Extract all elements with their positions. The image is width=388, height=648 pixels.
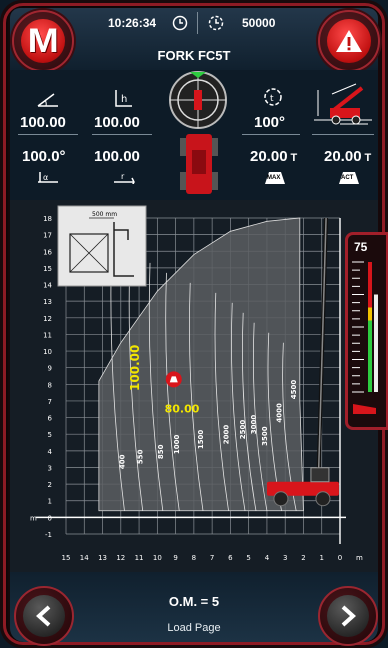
- y-tick-label: 17: [43, 232, 52, 240]
- x-tick-label: 13: [98, 554, 107, 562]
- svg-text:r: r: [121, 172, 125, 181]
- machine-dimension-diagram-icon: [314, 83, 372, 125]
- chevron-left-icon: [23, 595, 65, 637]
- boom-height-icon: h: [115, 90, 132, 107]
- underline: [312, 134, 374, 135]
- load-curve-label: 550: [137, 449, 145, 464]
- y-tick-label: 6: [48, 415, 53, 423]
- max-weight-icon: MAX: [264, 170, 286, 184]
- y-tick-label: -1: [45, 531, 52, 539]
- x-tick-label: 7: [210, 554, 214, 562]
- y-tick-label: 12: [43, 315, 52, 323]
- underline: [18, 134, 78, 135]
- gauge-zone-red: [368, 262, 372, 308]
- x-tick-label: 2: [301, 554, 305, 562]
- y-tick-label: 16: [43, 248, 52, 256]
- x-tick-label: 5: [246, 554, 250, 562]
- tilt-angle-value: 100.0°: [22, 148, 66, 165]
- gauge-zone-green: [368, 320, 372, 392]
- underline: [92, 134, 152, 135]
- load-curve-label: 4000: [276, 403, 284, 423]
- machine-cab: [310, 467, 330, 483]
- x-axis-unit: m: [356, 554, 363, 562]
- machine-wheel: [315, 491, 331, 507]
- clock-icon: [172, 15, 188, 31]
- radius-icon: r: [114, 172, 135, 184]
- y-tick-label: 5: [48, 431, 52, 439]
- load-curve-label: 1000: [173, 435, 181, 455]
- actual-load-value: 20.00 T: [324, 148, 372, 165]
- x-tick-label: 1: [319, 554, 323, 562]
- y-tick-label: 7: [48, 398, 52, 406]
- gauge-scale: [352, 261, 378, 414]
- hour-meter-value: 50000: [242, 16, 276, 30]
- gauge-zone-yellow: [368, 307, 372, 321]
- x-tick-label: 15: [62, 554, 71, 562]
- x-tick-label: 6: [228, 554, 233, 562]
- y-tick-label: 1: [48, 498, 52, 506]
- boom-height-value: 100.00: [94, 114, 140, 131]
- x-tick-label: 9: [173, 554, 177, 562]
- y-tick-label: 18: [43, 215, 52, 223]
- previous-page-button[interactable]: [14, 586, 74, 646]
- attachment-model: FORK FC5T: [157, 48, 231, 63]
- load-curve-label: 2000: [223, 425, 231, 445]
- tilt-angle-icon: α: [38, 172, 58, 183]
- y-tick-label: 3: [48, 464, 52, 472]
- x-tick-label: 14: [80, 554, 89, 562]
- load-curve-label: 400: [118, 454, 126, 469]
- gauge-fill: [374, 294, 378, 392]
- y-tick-label: 15: [43, 265, 52, 273]
- load-curve-label: 4500: [290, 380, 298, 400]
- y-tick-label: 4: [48, 448, 53, 456]
- turret-rotation-radar: [169, 71, 227, 129]
- y-tick-label: 0: [48, 514, 52, 522]
- boom-angle-icon: [37, 93, 58, 107]
- y-tick-label: 14: [43, 282, 52, 290]
- chevron-right-icon: [327, 595, 369, 637]
- max-label: MAX: [267, 175, 281, 181]
- svg-text:α: α: [43, 173, 48, 182]
- load-curve-label: 3500: [261, 426, 269, 446]
- y-tick-label: 2: [48, 481, 52, 489]
- inset-dimension-label: 500 mm: [92, 211, 117, 218]
- radius-value: 100.00: [94, 148, 140, 165]
- x-tick-label: 4: [265, 554, 270, 562]
- hour-meter-icon: [208, 15, 224, 31]
- load-curve-label: 850: [157, 444, 165, 459]
- gauge-machine-icon: [353, 404, 376, 414]
- load-chart-value: 80.00: [165, 403, 200, 416]
- svg-text:h: h: [121, 94, 127, 105]
- x-tick-label: 3: [283, 554, 287, 562]
- divider: [197, 12, 198, 34]
- load-curve-label: 1500: [197, 430, 205, 450]
- clock-time: 10:26:34: [108, 16, 157, 30]
- x-tick-label: 10: [153, 554, 162, 562]
- boom-angle-chart-value: 100.00: [128, 345, 142, 391]
- act-label: ACT: [341, 175, 354, 181]
- underline: [242, 134, 300, 135]
- y-tick-label: 13: [43, 298, 52, 306]
- load-chart: 1817161514131211109876543210-115 14 13 12 11…: [30, 205, 363, 562]
- x-tick-label: 0: [338, 554, 342, 562]
- rotation-icon: t: [264, 88, 282, 106]
- next-page-button[interactable]: [318, 586, 378, 646]
- boom-length-value: 100.00: [20, 114, 66, 131]
- machine-wheel: [273, 491, 289, 507]
- y-tick-label: 11: [43, 331, 52, 339]
- y-tick-label: 8: [48, 381, 52, 389]
- actual-weight-icon: ACT: [338, 170, 360, 184]
- machine-top-view-icon: [180, 134, 218, 194]
- y-tick-label: 10: [43, 348, 52, 356]
- load-percentage-value: 75: [354, 240, 368, 254]
- y-axis-unit: m: [30, 514, 37, 522]
- max-load-value: 20.00 T: [250, 148, 298, 165]
- x-tick-label: 12: [116, 554, 125, 562]
- x-tick-label: 8: [192, 554, 196, 562]
- x-tick-label: 11: [135, 554, 144, 562]
- rotation-value: 100°: [254, 114, 286, 131]
- svg-text:t: t: [270, 94, 274, 104]
- y-tick-label: 9: [48, 365, 52, 373]
